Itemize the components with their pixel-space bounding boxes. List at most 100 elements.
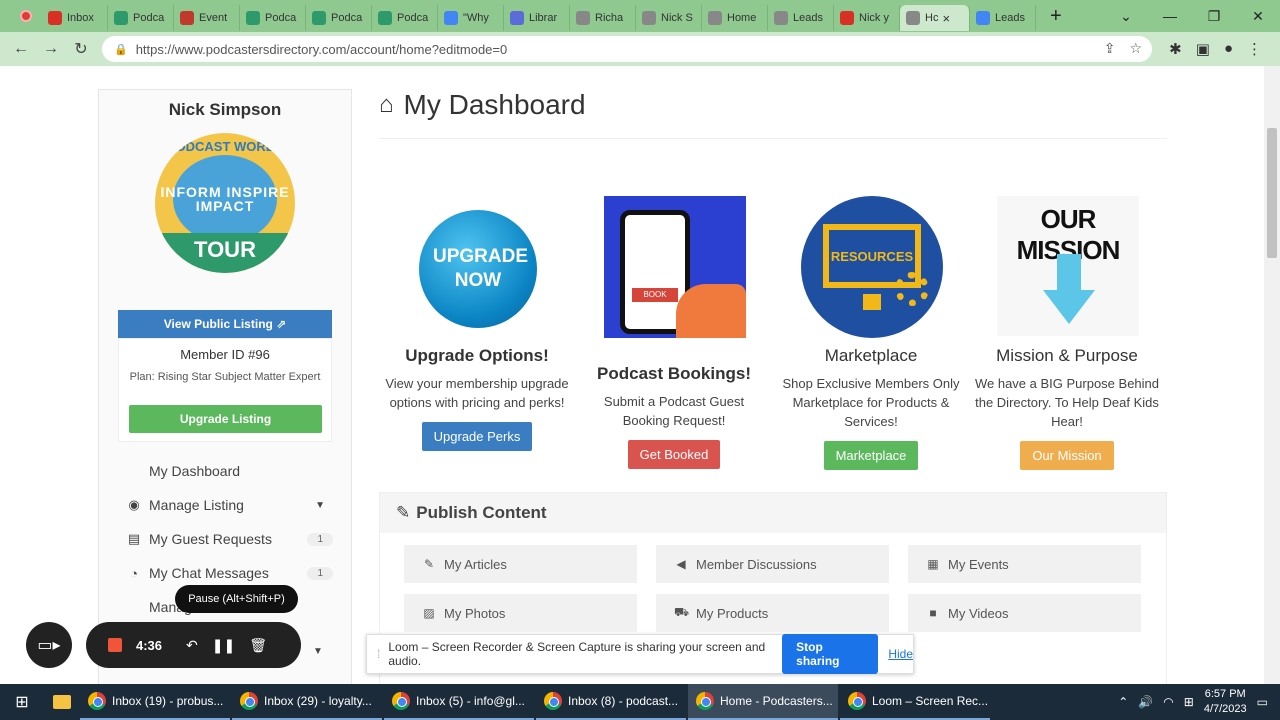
profile-name: Nick Simpson <box>168 100 282 119</box>
browser-tab[interactable]: "Why <box>438 5 504 31</box>
taskbar-window[interactable]: Inbox (5) - info@gl... <box>384 684 534 720</box>
bookmark-star-icon[interactable]: ☆ <box>1129 40 1142 57</box>
my-events-button[interactable]: ▦ My Events <box>908 545 1141 583</box>
drag-handle-icon[interactable]: ⁞ <box>377 647 380 661</box>
lock-icon: 🔒 <box>114 43 128 56</box>
recording-timer: 4:36 <box>136 637 163 653</box>
id-card-icon: ▤ <box>127 531 141 546</box>
browser-tab[interactable]: Hc × <box>900 5 970 31</box>
windows-start-icon[interactable]: ⊞ <box>0 692 44 712</box>
browser-tab[interactable]: Leads <box>768 5 834 31</box>
get-booked-button[interactable]: Get Booked <box>627 440 721 469</box>
browser-tab[interactable]: Podca <box>108 5 174 31</box>
close-tab-icon[interactable]: × <box>942 11 950 26</box>
pause-icon[interactable]: ❚❚ <box>212 637 235 654</box>
favicon-icon <box>774 11 788 25</box>
browser-tab[interactable]: Inbox <box>42 5 108 31</box>
chevron-up-icon[interactable]: ⌃ <box>1118 695 1128 709</box>
sidebar-item-manage-listing[interactable]: ◉ Manage Listing ▼ <box>99 488 353 522</box>
upgrade-listing-button[interactable]: Upgrade Listing <box>129 405 322 433</box>
arrow-down-icon <box>1043 290 1095 324</box>
marketplace-button[interactable]: Marketplace <box>823 441 919 470</box>
new-tab-button[interactable]: + <box>1050 5 1062 28</box>
tab-strip: Inbox Podca Event Podca Podca Podca "Why Librar… <box>0 0 1280 32</box>
page-scrollbar[interactable] <box>1264 66 1280 684</box>
hide-link[interactable]: Hide <box>888 647 913 661</box>
member-discussions-button[interactable]: ◀ Member Discussions <box>656 545 889 583</box>
browser-tab[interactable]: Home <box>702 5 768 31</box>
maximize-icon[interactable]: ❐ <box>1192 8 1236 25</box>
trash-icon[interactable]: 🗑 <box>249 637 267 654</box>
chrome-icon <box>88 692 106 710</box>
taskbar-window[interactable]: Inbox (29) - loyalty... <box>232 684 382 720</box>
my-photos-button[interactable]: ▨ My Photos <box>404 594 637 632</box>
browser-tab[interactable]: Podca <box>306 5 372 31</box>
taskbar-window[interactable]: Loom – Screen Rec... <box>840 684 990 720</box>
sidebar-item-my-dashboard[interactable]: My Dashboard <box>99 454 353 488</box>
our-mission-image[interactable]: OUR MISSION <box>997 196 1139 336</box>
publish-content-header: ✎ Publish Content <box>380 493 1166 533</box>
chevron-down-icon[interactable]: ▼ <box>315 500 325 511</box>
clock[interactable]: 6:57 PM 4/7/2023 <box>1204 687 1247 717</box>
podcast-world-tour-logo: PODCAST WORLD INFORM INSPIRE IMPACT TOUR <box>155 133 295 273</box>
sidebar-item-my-guest-requests[interactable]: ▤ My Guest Requests 1 <box>99 522 353 556</box>
network-icon[interactable]: ⊞ <box>1184 695 1194 709</box>
side-panel-icon[interactable]: ▣ <box>1196 40 1210 58</box>
divider <box>379 138 1167 139</box>
upgrade-perks-button[interactable]: Upgrade Perks <box>421 422 533 451</box>
stop-recording-button[interactable] <box>108 638 122 652</box>
home-icon: ⌂ <box>379 91 394 118</box>
taskbar-window[interactable]: Inbox (8) - podcast... <box>536 684 686 720</box>
my-products-button[interactable]: ⛟ My Products <box>656 594 889 632</box>
back-icon[interactable]: ← <box>6 40 36 58</box>
browser-tab[interactable]: Nick S <box>636 5 702 31</box>
extensions-icon[interactable]: ✱ <box>1169 40 1182 58</box>
browser-tab[interactable]: Librar <box>504 5 570 31</box>
count-badge: 1 <box>307 532 333 546</box>
address-bar[interactable]: 🔒 https://www.podcastersdirectory.com/ac… <box>102 36 1152 62</box>
resources-image[interactable]: RESOURCES <box>801 196 943 338</box>
my-articles-button[interactable]: ✎ My Articles <box>404 545 637 583</box>
browser-tab[interactable]: Leads <box>970 5 1036 31</box>
window-controls: ⌄ — ❐ ✕ <box>1104 0 1280 32</box>
reload-icon[interactable]: ↻ <box>66 39 96 59</box>
browser-tab[interactable]: Event <box>174 5 240 31</box>
profile-avatar-icon[interactable]: ● <box>1224 40 1233 58</box>
favicon-icon <box>444 11 458 25</box>
favicon-icon <box>576 11 590 25</box>
dashboard-main: ⌂ My Dashboard UPGRADE NOW Upgrade Optio… <box>379 84 1167 684</box>
tab-search-icon[interactable]: ⌄ <box>1104 8 1148 25</box>
restart-icon[interactable]: ↶ <box>186 637 198 654</box>
browser-tab[interactable]: Podca <box>372 5 438 31</box>
stop-sharing-button[interactable]: Stop sharing <box>782 634 879 674</box>
taskbar-window[interactable]: Home - Podcasters... <box>688 684 838 720</box>
taskbar-window[interactable]: Inbox (19) - probus... <box>80 684 230 720</box>
menu-icon[interactable]: ⋮ <box>1247 40 1262 58</box>
our-mission-button[interactable]: Our Mission <box>1020 441 1114 470</box>
loom-camera-button[interactable]: ▭▸ <box>26 622 72 668</box>
wifi-icon[interactable]: ◠ <box>1163 695 1173 709</box>
view-public-listing-button[interactable]: View Public Listing ⇗ <box>118 310 332 338</box>
upgrade-now-image[interactable]: UPGRADE NOW <box>419 210 537 328</box>
forward-icon[interactable]: → <box>36 40 66 58</box>
notifications-icon[interactable]: ▭ <box>1257 695 1268 709</box>
page-title: ⌂ My Dashboard <box>379 89 586 120</box>
user-circle-icon: ◉ <box>128 497 140 512</box>
share-icon[interactable]: ⇪ <box>1104 40 1116 57</box>
video-camera-icon: ▭▸ <box>37 637 61 654</box>
my-videos-button[interactable]: ■ My Videos <box>908 594 1141 632</box>
podcast-booking-image[interactable]: BOOK <box>604 196 746 338</box>
favicon-icon <box>378 11 392 25</box>
chrome-icon <box>240 692 258 710</box>
chevron-down-icon[interactable]: ▼ <box>313 646 323 657</box>
close-window-icon[interactable]: ✕ <box>1236 8 1280 25</box>
browser-tab[interactable]: Richa <box>570 5 636 31</box>
browser-tab[interactable]: Podca <box>240 5 306 31</box>
volume-icon[interactable]: 🔊 <box>1138 695 1153 709</box>
browser-tab[interactable]: Nick y <box>834 5 900 31</box>
scrollbar-thumb[interactable] <box>1267 128 1277 258</box>
gear-icon <box>895 272 929 306</box>
favicon-icon <box>312 11 326 25</box>
file-explorer-icon[interactable] <box>44 689 80 715</box>
minimize-icon[interactable]: — <box>1148 8 1192 24</box>
